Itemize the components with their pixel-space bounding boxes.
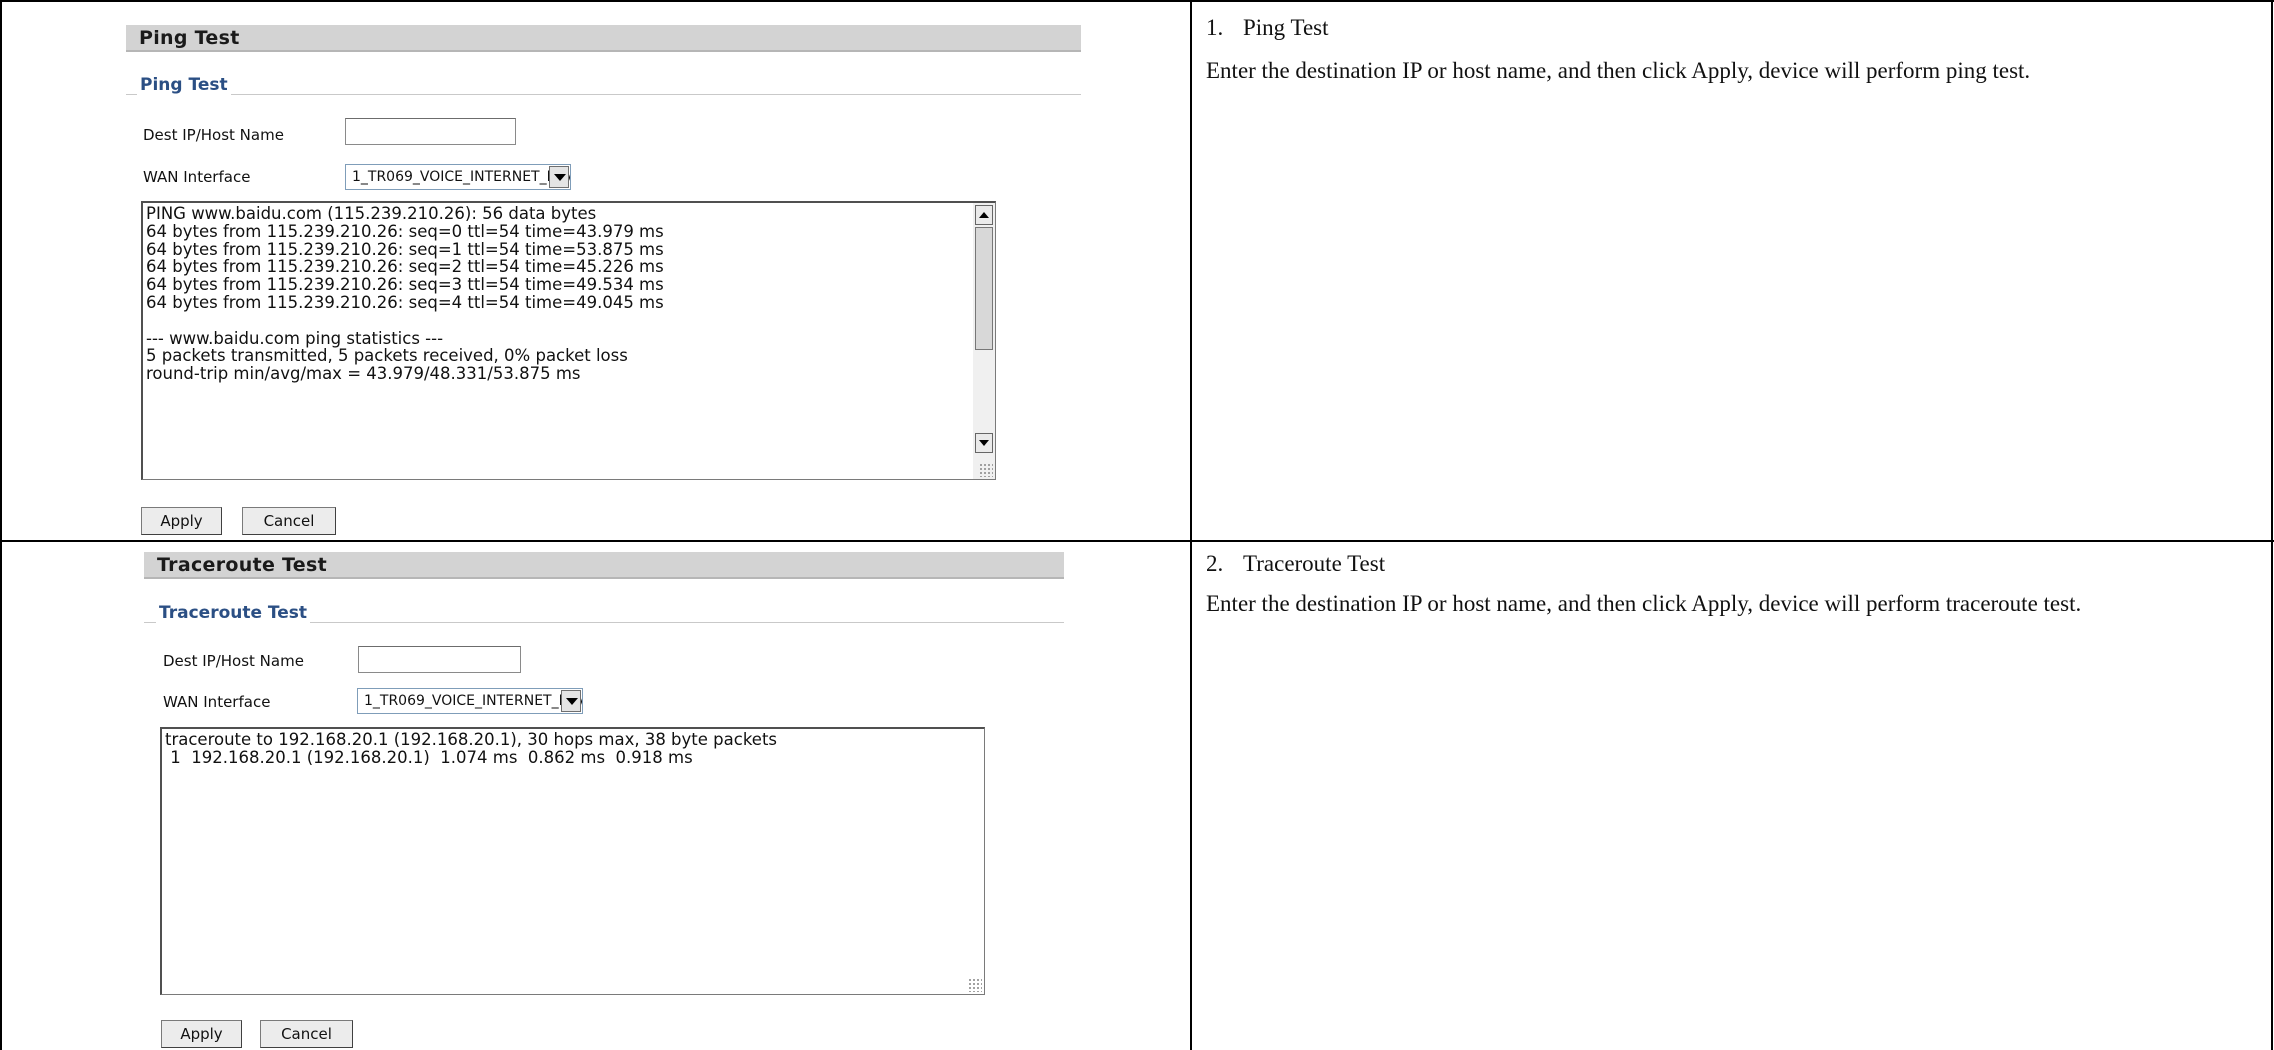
traceroute-wan-label: WAN Interface [163, 693, 271, 711]
ping-output-line: 64 bytes from 115.239.210.26: seq=2 ttl=… [146, 257, 664, 277]
resize-grip-icon[interactable] [979, 463, 993, 477]
ping-dest-input[interactable] [345, 118, 516, 145]
ping-wan-selected-value: 1_TR069_VOICE_INTERNET_R_VID_ [352, 169, 571, 185]
traceroute-cancel-button[interactable]: Cancel [260, 1020, 353, 1048]
ping-output-line: --- www.baidu.com ping statistics --- [146, 328, 444, 348]
chevron-down-icon[interactable] [561, 690, 581, 712]
scroll-down-arrow-icon[interactable] [975, 433, 993, 453]
ping-description-cell: 1. Ping Test Enter the destination IP or… [1192, 2, 2271, 540]
traceroute-description-cell: 2. Traceroute Test Enter the destination… [1192, 542, 2271, 1050]
scroll-up-arrow-icon[interactable] [975, 205, 993, 225]
ping-output-textarea[interactable]: PING www.baidu.com (115.239.210.26): 56 … [141, 201, 996, 480]
ping-output-line: 64 bytes from 115.239.210.26: seq=4 ttl=… [146, 292, 664, 312]
traceroute-output-line: 1 192.168.20.1 (192.168.20.1) 1.074 ms 0… [165, 747, 693, 767]
traceroute-wan-selected-value: 1_TR069_VOICE_INTERNET_R_VID_ [364, 693, 583, 709]
ping-output-line: 5 packets transmitted, 5 packets receive… [146, 346, 628, 366]
ping-scroll-thumb[interactable] [975, 227, 993, 350]
resize-grip-icon[interactable] [968, 978, 982, 992]
ping-output-line: 64 bytes from 115.239.210.26: seq=0 ttl=… [146, 221, 664, 241]
ping-output-line: PING www.baidu.com (115.239.210.26): 56 … [146, 204, 597, 223]
traceroute-description-number: 2. [1206, 551, 1224, 576]
ping-wan-label: WAN Interface [143, 168, 251, 186]
traceroute-dest-input[interactable] [358, 646, 521, 673]
traceroute-output-text: traceroute to 192.168.20.1 (192.168.20.1… [165, 731, 777, 767]
ping-description-body: Enter the destination IP or host name, a… [1206, 58, 2031, 83]
traceroute-description-body: Enter the destination IP or host name, a… [1206, 591, 2082, 616]
chevron-down-icon[interactable] [549, 166, 569, 188]
traceroute-apply-button[interactable]: Apply [161, 1020, 242, 1048]
traceroute-dest-label: Dest IP/Host Name [163, 652, 304, 670]
ping-fieldset-legend: Ping Test [137, 75, 231, 95]
traceroute-fieldset-legend: Traceroute Test [156, 603, 311, 623]
traceroute-wan-select[interactable]: 1_TR069_VOICE_INTERNET_R_VID_ [357, 688, 583, 714]
ping-apply-button[interactable]: Apply [141, 507, 222, 535]
ping-output-line: 64 bytes from 115.239.210.26: seq=3 ttl=… [146, 275, 664, 295]
ping-description-heading: 1. Ping Test [1206, 15, 1329, 41]
ping-description-number: 1. [1206, 15, 1224, 40]
traceroute-panel-header: Traceroute Test [144, 552, 1064, 579]
ping-output-line: 64 bytes from 115.239.210.26: seq=1 ttl=… [146, 239, 664, 259]
table-border-right [2271, 0, 2273, 1050]
traceroute-output-textarea[interactable]: traceroute to 192.168.20.1 (192.168.20.1… [160, 727, 985, 995]
traceroute-output-line: traceroute to 192.168.20.1 (192.168.20.1… [165, 730, 778, 749]
traceroute-description-title: Traceroute Test [1243, 551, 1386, 576]
ping-panel-header: Ping Test [126, 25, 1081, 52]
traceroute-description-heading: 2. Traceroute Test [1206, 551, 1385, 577]
ping-fieldset-top-line [126, 94, 1081, 95]
ping-output-scrollbar[interactable] [973, 203, 995, 479]
ping-output-line: round-trip min/avg/max = 43.979/48.331/5… [146, 364, 581, 384]
traceroute-test-panel: Traceroute Test Traceroute Test Dest IP/… [0, 542, 1190, 1050]
ping-wan-select[interactable]: 1_TR069_VOICE_INTERNET_R_VID_ [345, 164, 571, 190]
ping-dest-label: Dest IP/Host Name [143, 126, 284, 144]
ping-test-panel: Ping Test Ping Test Dest IP/Host Name WA… [0, 0, 1190, 540]
ping-cancel-button[interactable]: Cancel [242, 507, 336, 535]
ping-output-text: PING www.baidu.com (115.239.210.26): 56 … [146, 205, 664, 383]
ping-description-title: Ping Test [1243, 15, 1329, 40]
